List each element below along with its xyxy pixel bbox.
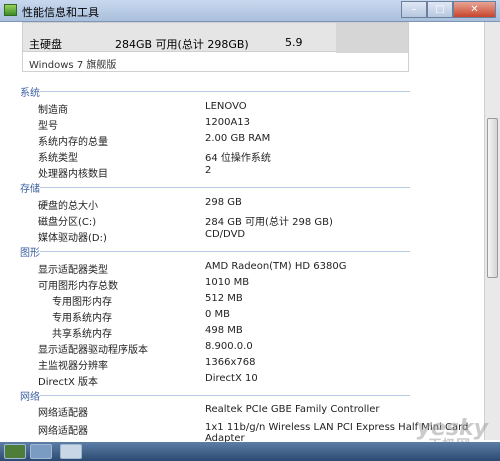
info-row: 专用系统内存 0 MB (52, 309, 231, 324)
taskbar-app-icon[interactable] (4, 444, 26, 459)
info-row: 型号 1200A13 (38, 117, 251, 132)
info-row: 系统内存的总量 2.00 GB RAM (38, 133, 271, 148)
section-divider (40, 251, 410, 252)
windows-edition: Windows 7 旗舰版 (22, 52, 409, 72)
close-button[interactable]: ✕ (453, 1, 496, 18)
info-row: 显示适配器驱动程序版本 8.900.0.0 (38, 341, 253, 356)
info-row: 专用图形内存 512 MB (52, 293, 243, 308)
score-row-label: 主硬盘 (29, 38, 62, 51)
score-row: 主硬盘 284GB 可用(总计 298GB) 5.9 (23, 33, 408, 53)
section-title-storage: 存储 (20, 184, 40, 195)
info-row: 主监视器分辨率 1366x768 (38, 357, 256, 372)
info-row: 处理器内核数目 2 (38, 165, 212, 180)
scrollbar-thumb[interactable] (487, 118, 498, 278)
section-divider (40, 187, 410, 188)
info-row: 可用图形内存总数 1010 MB (38, 277, 250, 292)
taskbar-app-icon[interactable] (30, 444, 52, 459)
section-title-system: 系统 (20, 88, 40, 99)
window-controls: – □ ✕ (401, 1, 496, 19)
vertical-scrollbar[interactable] (484, 22, 500, 440)
app-icon (4, 4, 17, 16)
section-title-graphics: 图形 (20, 248, 40, 259)
taskbar (0, 442, 500, 461)
info-row: 磁盘分区(C:) 284 GB 可用(总计 298 GB) (38, 217, 333, 228)
info-row: 媒体驱动器(D:) CD/DVD (38, 229, 246, 244)
score-table: 主硬盘 284GB 可用(总计 298GB) 5.9 (22, 22, 409, 53)
section-divider (40, 395, 410, 396)
score-row-score: 5.9 (285, 36, 303, 49)
info-row: 网络适配器 Realtek PCIe GBE Family Controller (38, 404, 380, 419)
info-row: 制造商 LENOVO (38, 101, 247, 116)
maximize-button[interactable]: □ (427, 1, 453, 18)
section-divider (40, 91, 410, 92)
paint-icon[interactable] (60, 444, 82, 459)
info-row: 系统类型 64 位操作系统 (38, 153, 271, 164)
info-row: 显示适配器类型 AMD Radeon(TM) HD 6380G (38, 261, 347, 276)
info-row: 共享系统内存 498 MB (52, 325, 243, 340)
info-row: DirectX 版本 DirectX 10 (38, 373, 258, 388)
score-row-detail: 284GB 可用(总计 298GB) (115, 38, 249, 51)
section-title-network: 网络 (20, 392, 40, 403)
info-row: 硬盘的总大小 298 GB (38, 197, 242, 212)
